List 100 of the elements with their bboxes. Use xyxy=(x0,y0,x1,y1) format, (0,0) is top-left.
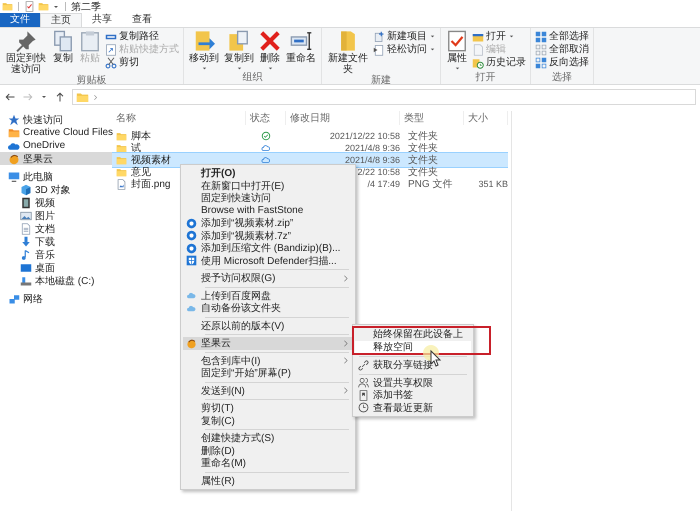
ribbon-tab[interactable]: 查看 xyxy=(122,13,162,27)
back-button[interactable] xyxy=(4,91,16,103)
menu-item[interactable]: 设置共享权限 xyxy=(355,376,471,389)
type-cell-text: PNG 文件 xyxy=(407,178,454,192)
ribbon-button[interactable]: 重命名 xyxy=(285,30,317,64)
group-label: 组织 xyxy=(242,72,264,83)
menu-item[interactable]: 创建快捷方式(S) xyxy=(183,432,353,444)
ribbon-button[interactable]: 移动到 xyxy=(188,30,220,72)
menu-item[interactable]: 授予访问权限(G) xyxy=(183,272,353,284)
ribbon-button[interactable]: 打开 xyxy=(472,30,526,43)
menu-item[interactable]: 固定到“开始”屏幕(P) xyxy=(183,367,353,380)
drive-icon xyxy=(20,274,32,286)
folder-icon xyxy=(116,154,127,166)
menu-item[interactable]: 还原以前的版本(V) xyxy=(183,320,353,332)
ribbon-button[interactable]: 剪切 xyxy=(105,56,179,69)
menu-item[interactable]: 获取分享链接 xyxy=(355,359,471,372)
cloud-icon xyxy=(186,290,197,302)
nut-icon xyxy=(186,338,197,349)
menu-item[interactable]: 发送到(N) xyxy=(183,384,353,397)
sidebar-item[interactable]: 坚果云 xyxy=(0,152,112,165)
sidebar-item[interactable]: 本地磁盘 (C:) xyxy=(0,274,112,287)
group-label: 打开 xyxy=(474,72,496,83)
sidebar-item[interactable]: Creative Cloud Files xyxy=(0,126,112,139)
sidebar-item[interactable]: 网络 xyxy=(0,292,112,305)
up-icon xyxy=(54,91,66,103)
ribbon-button[interactable]: 历史记录 xyxy=(472,56,526,69)
ribbon-tab[interactable]: 文件 xyxy=(0,13,40,27)
menu-item[interactable]: 上传到百度网盘 xyxy=(183,290,353,302)
ribbon-button[interactable]: 新建项目 xyxy=(373,30,436,43)
ribbon-button[interactable]: 反向选择 xyxy=(535,56,589,69)
menu-item[interactable]: 自动备份该文件夹 xyxy=(183,302,353,314)
people-icon xyxy=(358,377,369,388)
sidebar-item[interactable]: 文档 xyxy=(0,222,112,235)
up-button[interactable] xyxy=(54,91,66,103)
column-header[interactable]: 类型 xyxy=(400,111,464,125)
table-cell xyxy=(464,152,508,168)
menu-item[interactable]: 查看最近更新 xyxy=(355,402,471,414)
sidebar-item[interactable]: 图片 xyxy=(0,209,112,222)
delete-icon xyxy=(259,30,281,52)
menu-item[interactable]: 释放空间 xyxy=(355,340,471,353)
column-header[interactable]: 修改日期 xyxy=(286,111,400,125)
copy-icon xyxy=(52,30,74,52)
ribbon-button[interactable]: 全部选择 xyxy=(535,30,589,43)
column-header[interactable]: 状态 xyxy=(246,111,286,125)
menu-item[interactable]: 复制(C) xyxy=(183,414,353,427)
ribbon-tab[interactable]: 主页 xyxy=(40,13,82,27)
ribbon-button[interactable]: 固定到快速访问 xyxy=(4,30,48,75)
column-header[interactable]: 大小 xyxy=(464,111,508,125)
menu-item[interactable]: 坚果云 xyxy=(183,337,353,350)
sidebar-item[interactable]: 音乐 xyxy=(0,248,112,261)
menu-item[interactable]: 打开(O) xyxy=(183,167,353,180)
scissors-icon xyxy=(105,56,117,68)
file-name: 试 xyxy=(131,142,141,154)
ribbon-button[interactable]: 轻松访问 xyxy=(373,43,436,56)
menu-item[interactable]: 固定到快速访问 xyxy=(183,192,353,204)
sidebar-item[interactable]: 桌面 xyxy=(0,261,112,274)
recent-button[interactable] xyxy=(40,93,48,101)
film-icon xyxy=(20,196,32,208)
menu-item[interactable]: Browse with FastStone xyxy=(183,204,353,217)
menu-item[interactable]: 添加书签 xyxy=(355,389,471,402)
folder-icon xyxy=(116,130,127,142)
ribbon-button[interactable]: 新建文件夹 xyxy=(326,30,370,75)
select-none-icon xyxy=(535,44,547,56)
menu-item[interactable]: 属性(R) xyxy=(183,474,353,487)
ribbon-button[interactable]: 复制路径 xyxy=(105,30,179,43)
date-cell-text: 2021/12/22 10:58 xyxy=(328,130,400,143)
caret-icon xyxy=(508,33,515,40)
ribbon-tab[interactable]: 共享 xyxy=(82,13,122,27)
menu-item[interactable]: 添加到“视频素材.zip” xyxy=(183,217,353,230)
menu-item[interactable]: 重命名(M) xyxy=(183,457,353,470)
ribbon-button[interactable]: 全部取消 xyxy=(535,43,589,56)
menu-item[interactable]: 添加到压缩文件 (Bandizip)(B)... xyxy=(183,242,353,254)
ribbon-button[interactable]: 复制到 xyxy=(223,30,255,72)
sidebar-item[interactable]: 快速访问 xyxy=(0,113,112,126)
ribbon-button[interactable]: 属性 xyxy=(445,30,469,72)
menu-item[interactable]: 包含到库中(I) xyxy=(183,354,353,367)
file-name: 封面.png xyxy=(131,178,170,191)
menu-item[interactable]: 始终保留在此设备上 xyxy=(355,328,471,340)
back-icon xyxy=(4,91,16,103)
menu-item[interactable]: 剪切(T) xyxy=(183,402,353,414)
nut-icon xyxy=(8,152,20,164)
menu-item[interactable]: 使用 Microsoft Defender扫描... xyxy=(183,254,353,267)
menu-item[interactable]: 添加到“视频素材.7z” xyxy=(183,230,353,242)
sidebar-item[interactable]: 3D 对象 xyxy=(0,183,112,196)
ribbon-button[interactable]: 复制 xyxy=(51,30,75,64)
ribbon-button[interactable]: 删除 xyxy=(258,30,282,72)
sidebar-item[interactable]: 下载 xyxy=(0,235,112,248)
clock-icon xyxy=(358,402,369,414)
link-icon xyxy=(358,360,369,371)
select-all-icon xyxy=(535,30,547,42)
menu-item[interactable]: 删除(D) xyxy=(183,444,353,457)
column-header[interactable]: 名称 xyxy=(112,111,246,125)
sidebar-item[interactable]: OneDrive xyxy=(0,139,112,152)
group-label: 新建 xyxy=(370,75,392,86)
date-cell-text: /4 17:49 xyxy=(366,178,400,191)
document-icon xyxy=(20,222,32,234)
menu-item[interactable]: 在新窗口中打开(E) xyxy=(183,180,353,192)
address-field[interactable] xyxy=(72,89,696,105)
sidebar-item[interactable]: 视频 xyxy=(0,196,112,209)
sidebar-item[interactable]: 此电脑 xyxy=(0,170,112,183)
